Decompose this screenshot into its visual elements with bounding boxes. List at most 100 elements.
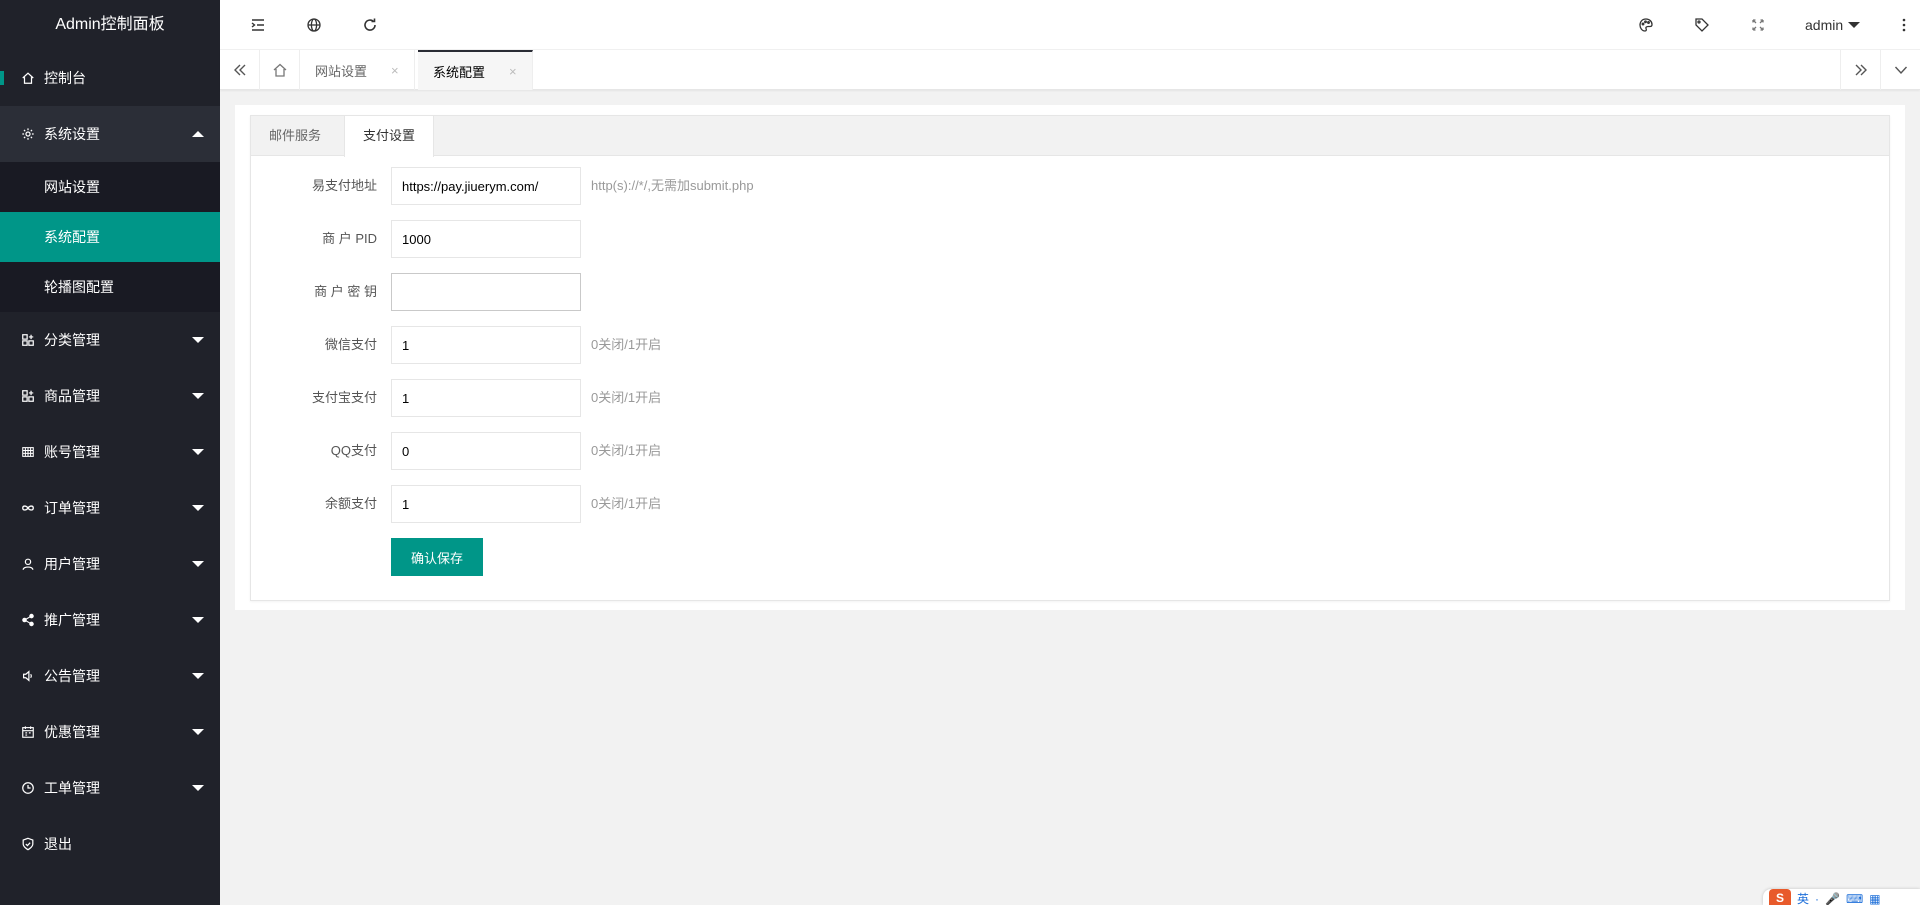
chevron-down-icon [192,673,204,679]
merchant-key-input[interactable] [391,273,581,311]
sidebar-item-accounts[interactable]: 账号管理 [0,424,220,480]
share-icon [20,612,36,628]
chevron-down-icon [192,505,204,511]
settings-tab-header: 邮件服务 支付设置 [251,116,1889,157]
form-row-alipay: 支付宝支付 0关闭/1开启 [251,379,1151,417]
caret-down-icon [1848,22,1861,28]
chevron-down-icon [192,785,204,791]
menu-indent-icon[interactable] [238,0,278,50]
sidebar-item-label: 用户管理 [44,556,100,572]
sidebar-item-orders[interactable]: 订单管理 [0,480,220,536]
field-label: 微信支付 [324,337,377,352]
scroll-right-icon[interactable] [1840,50,1880,90]
fullscreen-icon[interactable] [1738,0,1778,50]
sidebar-item-announcements[interactable]: 公告管理 [0,648,220,704]
sidebar-item-products[interactable]: 商品管理 [0,368,220,424]
wechat-pay-input[interactable] [391,326,581,364]
sidebar-item-tickets[interactable]: 工单管理 [0,760,220,816]
sidebar-item-promotion[interactable]: 推广管理 [0,592,220,648]
app-logo-title[interactable]: Admin控制面板 [0,0,220,50]
merchant-pid-input[interactable] [391,220,581,258]
ime-toolbar[interactable]: S 英 · 🎤 ⌨ ▦ [1763,889,1920,905]
palette-icon[interactable] [1626,0,1666,50]
form-row-qq-pay: QQ支付 0关闭/1开启 [251,432,1151,470]
epay-url-input[interactable] [391,167,581,205]
field-label: 商 户 密 钥 [314,284,377,299]
app-add-icon [20,388,36,404]
sidebar-item-logout[interactable]: 退出 [0,816,220,872]
infinity-icon [20,500,36,516]
sidebar-subitem-carousel-config[interactable]: 轮播图配置 [0,262,220,312]
sidebar-item-system-settings[interactable]: 系统设置 [0,106,220,162]
field-label: 余额支付 [324,496,377,511]
gear-icon [20,126,36,142]
save-button[interactable]: 确认保存 [391,538,483,576]
app-add-icon [20,332,36,348]
refresh-icon[interactable] [350,0,390,50]
keyboard-icon[interactable]: ⌨ [1846,889,1863,905]
chevron-down-icon [192,393,204,399]
alipay-input[interactable] [391,379,581,417]
field-hint: 0关闭/1开启 [591,496,662,511]
form-row-wechat-pay: 微信支付 0关闭/1开启 [251,326,1151,364]
sidebar-item-label: 工单管理 [44,780,100,796]
chevron-down-icon[interactable] [1880,50,1920,90]
close-icon[interactable]: × [509,64,517,79]
sidebar-item-label: 公告管理 [44,668,100,684]
tab-payment-settings[interactable]: 支付设置 [344,116,435,157]
field-hint: http(s)://*/,无需加submit.php [591,178,754,193]
form-row-merchant-key: 商 户 密 钥 [251,273,1151,311]
chevron-down-icon [192,337,204,343]
home-icon [20,70,36,86]
sidebar-subitem-system-config[interactable]: 系统配置 [0,212,220,262]
ime-logo: S [1769,889,1791,905]
sidebar-subitem-website-settings[interactable]: 网站设置 [0,162,220,212]
form-row-merchant-pid: 商 户 PID [251,220,1151,258]
top-header: admin [220,0,1920,50]
sidebar-item-category[interactable]: 分类管理 [0,312,220,368]
sidebar-item-label: 账号管理 [44,444,100,460]
chevron-down-icon [192,449,204,455]
page-tab-label: 系统配置 [433,64,486,80]
field-hint: 0关闭/1开启 [591,443,662,458]
active-marker [0,71,4,85]
globe-icon[interactable] [294,0,334,50]
form-row-balance-pay: 余额支付 0关闭/1开启 [251,485,1151,523]
sidebar-item-discounts[interactable]: 优惠管理 [0,704,220,760]
sidebar-item-label: 退出 [44,836,72,852]
sidebar-item-label: 控制台 [44,70,86,86]
tab-mail-service[interactable]: 邮件服务 [251,116,339,156]
chevron-down-icon [192,729,204,735]
field-label: QQ支付 [330,443,377,458]
grid-icon[interactable]: ▦ [1869,889,1880,905]
field-hint: 0关闭/1开启 [591,390,662,405]
chevron-up-icon [192,131,204,137]
scroll-left-icon[interactable] [220,50,260,90]
speaker-icon [20,668,36,684]
sidebar-item-dashboard[interactable]: 控制台 [0,50,220,106]
sidebar-item-users[interactable]: 用户管理 [0,536,220,592]
microphone-icon[interactable]: 🎤 [1825,889,1840,905]
home-tab-icon[interactable] [260,50,300,90]
more-vertical-icon[interactable] [1892,0,1916,50]
close-icon[interactable]: × [391,63,399,78]
page-tab-system-config[interactable]: 系统配置 × [418,50,533,90]
tag-icon[interactable] [1682,0,1722,50]
ime-punct-icon[interactable]: · [1815,889,1819,905]
page-tabs-bar: 网站设置 × 系统配置 × [220,50,1920,90]
sidebar-item-label: 订单管理 [44,500,100,516]
sidebar-item-label: 系统设置 [44,126,100,142]
chevron-down-icon [192,561,204,567]
sidebar-item-label: 商品管理 [44,388,100,404]
table-icon [20,444,36,460]
page-tab-website-settings[interactable]: 网站设置 × [300,50,415,90]
shield-icon [20,836,36,852]
calendar-icon [20,724,36,740]
field-hint: 0关闭/1开启 [591,337,662,352]
sidebar: Admin控制面板 控制台 系统设置 网站设置 系统配置 轮播图配置 分类管理 … [0,0,220,905]
user-menu[interactable]: admin [1805,0,1861,50]
ime-mode[interactable]: 英 [1797,889,1809,905]
qq-pay-input[interactable] [391,432,581,470]
balance-pay-input[interactable] [391,485,581,523]
sidebar-item-label: 推广管理 [44,612,100,628]
